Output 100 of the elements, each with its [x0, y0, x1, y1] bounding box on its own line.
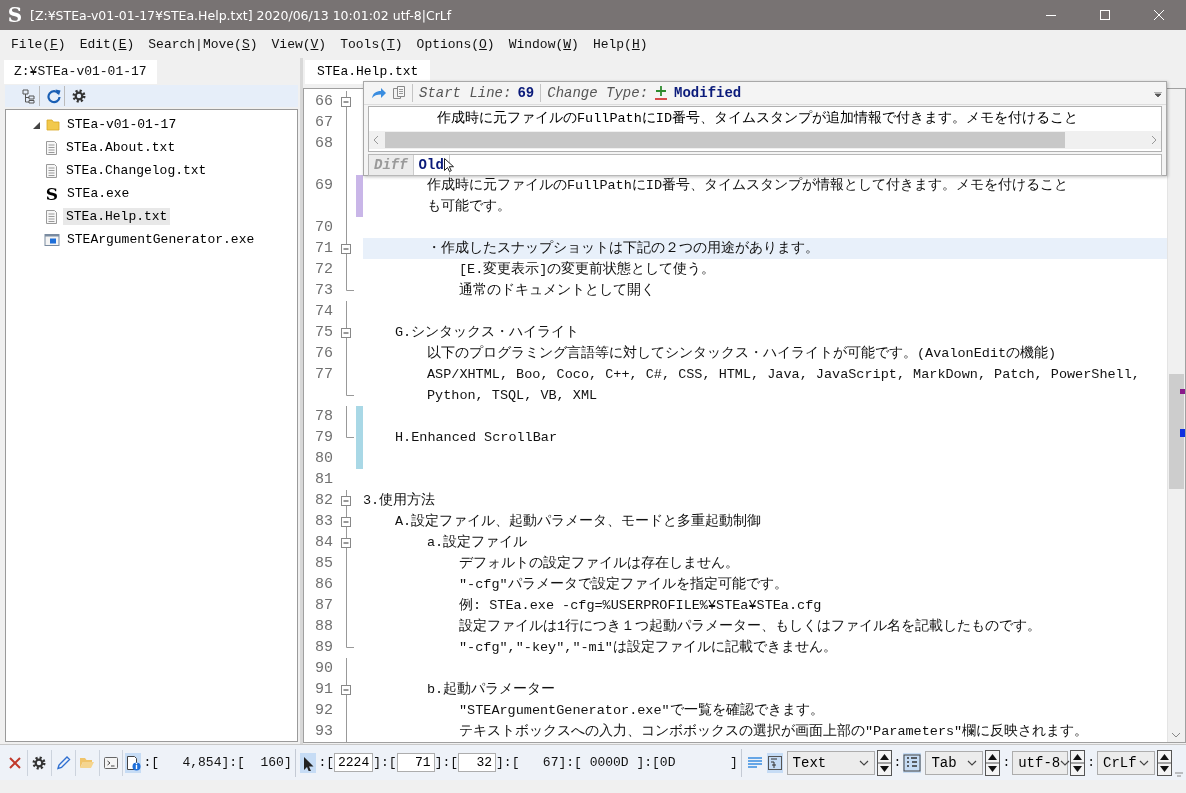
toggle-button[interactable]: [903, 752, 922, 773]
collapse-icon[interactable]: [341, 243, 351, 254]
menu-item[interactable]: Tools(T): [333, 36, 410, 52]
spinner-icon[interactable]: [1157, 749, 1172, 776]
tree-view-icon[interactable]: [21, 88, 37, 104]
document-icon: [44, 139, 59, 156]
pencil-icon: [55, 754, 72, 771]
spinner-icon[interactable]: [876, 749, 892, 776]
position-field[interactable]: 32: [458, 753, 497, 772]
editor-tab[interactable]: STEa.Help.txt: [305, 60, 431, 84]
change-type-value: Modified: [674, 85, 742, 101]
line-number: 91: [314, 680, 334, 700]
explorer-tab[interactable]: Z:¥STEa-v01-01-17: [4, 60, 157, 84]
dropdown[interactable]: utf-8: [1012, 750, 1069, 775]
position-field[interactable]: 71: [396, 753, 435, 772]
document-icon: [44, 208, 59, 225]
code-line: "-cfg"パラメータで設定ファイルを指定可能です。: [458, 577, 788, 592]
line-number: 71: [314, 239, 334, 259]
line-number: 79: [314, 428, 334, 448]
code-line: Python, TSQL, VB, XML: [426, 388, 598, 403]
position-field[interactable]: 2224: [334, 753, 374, 772]
copy-icon[interactable]: [392, 85, 406, 101]
code-line: "-cfg","-key","-mi"は設定ファイルに記載できません。: [458, 640, 837, 655]
scroll-left-icon[interactable]: [373, 136, 379, 144]
file-info-toggle[interactable]: [125, 752, 142, 773]
horizontal-scrollbar[interactable]: [369, 131, 1161, 149]
word-wrap-icon: [746, 754, 763, 771]
tree-item[interactable]: STEa.exe: [64, 185, 133, 202]
toggle-button[interactable]: [766, 752, 783, 773]
dropdown[interactable]: Tab: [925, 750, 984, 775]
collapse-icon[interactable]: [341, 516, 351, 527]
line-number: 83: [314, 512, 334, 532]
line-number: 67: [314, 113, 334, 133]
tree-item[interactable]: STEArgumentGenerator.exe: [64, 231, 258, 248]
document-icon: [44, 162, 59, 179]
plus-icon: [654, 85, 669, 101]
separator-text: :: [893, 755, 902, 770]
forward-arrow-icon[interactable]: [370, 85, 386, 101]
fold-end-line: [345, 427, 354, 438]
collapse-icon[interactable]: [341, 96, 351, 107]
settings-icon[interactable]: [71, 88, 87, 104]
line-number: 86: [314, 575, 334, 595]
code-line: 作成時に元ファイルのFullPathにID番号、タイムスタンプが情報として付きます。メモを付けること: [426, 178, 1068, 193]
line-number: 68: [314, 134, 334, 154]
chevron-icon: [967, 759, 978, 766]
tree-item[interactable]: STEa.Changelog.txt: [63, 162, 210, 179]
tree-item[interactable]: STEa.Help.txt: [63, 208, 171, 225]
dropdown[interactable]: CrLf: [1097, 750, 1155, 775]
window-title: [Z:¥STEa-v01-01-17¥STEa.Help.txt] 2020/06/13 10:01:02 utf-8|CrLf: [30, 7, 453, 23]
menu-item[interactable]: View(V): [264, 36, 334, 52]
scroll-right-icon[interactable]: [1151, 136, 1157, 144]
line-number: 88: [314, 617, 334, 637]
chevron-icon: [1060, 759, 1071, 766]
old-text: 作成時に元ファイルのFullPathにID番号、タイムスタンプが追加情報で付きます。メモを付けること: [436, 109, 1079, 128]
code-line: H.Enhanced ScrollBar: [394, 430, 558, 445]
dropdown-icon[interactable]: [1154, 92, 1162, 98]
change-type-label: Change Type:: [547, 85, 649, 101]
code-line: [E.変更表示]の変更前状態として使う。: [458, 262, 716, 277]
scroll-thumb[interactable]: [1169, 374, 1184, 489]
line-number: 74: [314, 302, 334, 322]
collapse-icon[interactable]: [341, 327, 351, 338]
line-number: 80: [314, 449, 334, 469]
line-number: 90: [314, 659, 334, 679]
scroll-down-icon[interactable]: [1172, 733, 1180, 738]
separator-text: :: [1087, 755, 1095, 770]
collapse-icon[interactable]: [341, 537, 351, 548]
code-line: A.設定ファイル、起動パラメータ、モードと多重起動制御: [394, 514, 762, 529]
fold-end-line: [345, 280, 354, 291]
refresh-icon[interactable]: [46, 88, 62, 104]
document-info-icon: [125, 754, 142, 771]
menu-item[interactable]: Help(H): [585, 36, 655, 52]
menu-item[interactable]: Edit(E): [72, 36, 142, 52]
chevron-icon: [1139, 759, 1149, 766]
code-line: "STEArgumentGenerator.exe"で一覧を確認できます。: [458, 703, 824, 718]
line-number: 75: [314, 323, 334, 343]
collapse-icon[interactable]: [341, 684, 351, 695]
menu-item[interactable]: Search|Move(S): [141, 36, 265, 52]
code-line: ASP/XHTML, Boo, Coco, C++, C#, CSS, HTML, Java, JavaScript, MarkDown, Patch, PowerShell,: [426, 367, 1140, 382]
collapse-icon[interactable]: [341, 495, 351, 506]
start-line-value: 69: [517, 85, 535, 101]
line-number: 72: [314, 260, 334, 280]
change-marker: [1180, 429, 1185, 437]
tree-item[interactable]: STEa.About.txt: [63, 139, 179, 156]
line-number: 81: [314, 470, 334, 490]
dropdown[interactable]: Text: [786, 750, 875, 775]
tree-item[interactable]: STEa-v01-01-17: [64, 116, 180, 133]
cursor-info-toggle[interactable]: [300, 752, 317, 773]
menu-item[interactable]: File(F): [4, 36, 73, 52]
code-line: b.起動パラメーター: [426, 682, 556, 697]
maximize-icon: [1100, 10, 1110, 20]
spinner-icon[interactable]: [985, 749, 1001, 776]
spinner-icon[interactable]: [1070, 749, 1086, 776]
menu-item[interactable]: Window(W): [501, 36, 586, 52]
change-marker: [1180, 389, 1185, 394]
position-text: ]:[: [434, 755, 459, 770]
vertical-scrollbar[interactable]: [1167, 89, 1185, 742]
menu-item[interactable]: Options(O): [409, 36, 502, 52]
code-line: テキストボックスへの入力、コンボボックスの選択が画面上部の"Parameters"欄に反映されます。: [458, 724, 1089, 739]
mouse-pointer-icon: [444, 158, 455, 172]
app-logo-icon: S: [44, 185, 60, 202]
